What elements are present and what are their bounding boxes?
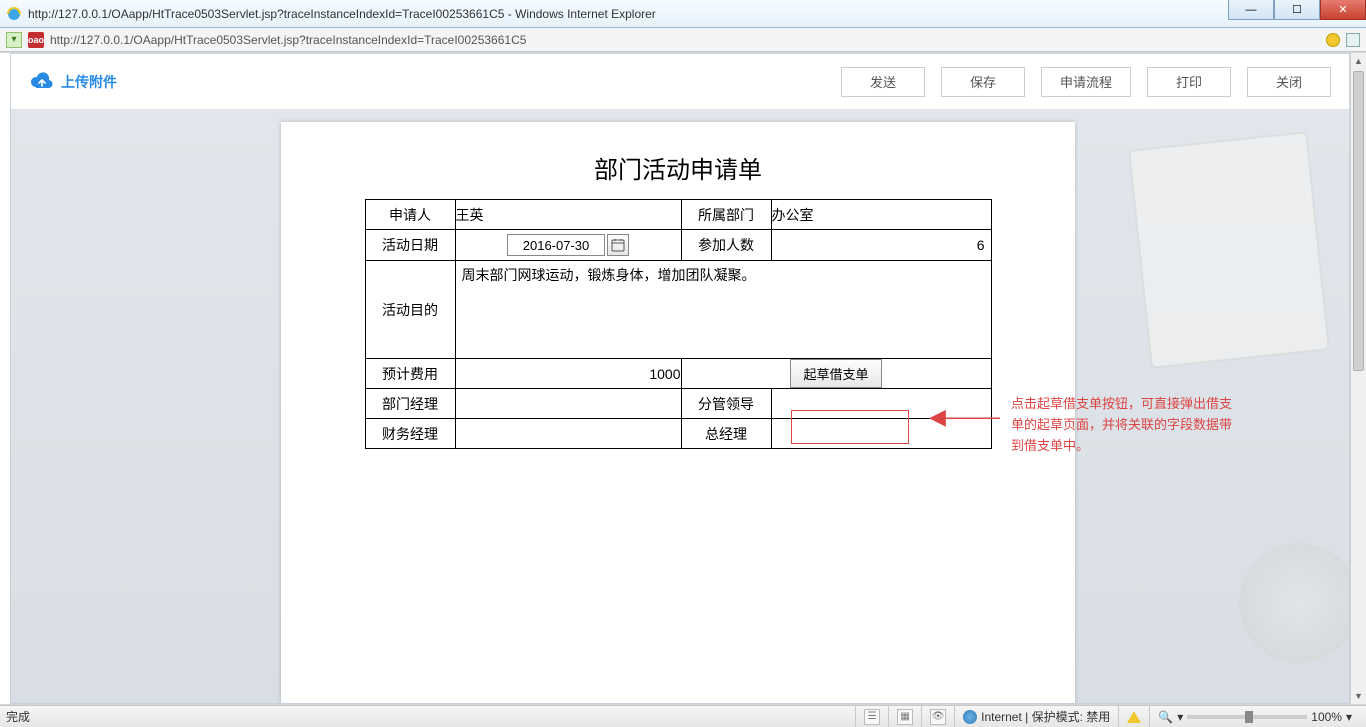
label-gm: 总经理	[681, 419, 771, 449]
warning-triangle-icon	[1127, 711, 1141, 723]
label-dept-manager: 部门经理	[365, 389, 455, 419]
draft-loan-button[interactable]: 起草借支单	[790, 359, 881, 388]
upload-label: 上传附件	[61, 72, 117, 92]
page-tear-icon[interactable]	[1346, 33, 1360, 47]
label-est-cost: 预计费用	[365, 359, 455, 389]
address-bar: ▾ oao http://127.0.0.1/OAapp/HtTrace0503…	[0, 28, 1366, 52]
form-title: 部门活动申请单	[281, 122, 1075, 199]
page-frame: 上传附件 发送 保存 申请流程 打印 关闭 部门活动申请单	[10, 53, 1350, 704]
ie-icon	[6, 6, 22, 22]
est-cost-input[interactable]	[456, 361, 681, 387]
red-arrow-icon: ◀———	[929, 404, 996, 430]
minimize-button[interactable]: —	[1228, 0, 1274, 20]
value-attendees	[771, 230, 991, 261]
calendar-icon[interactable]	[607, 234, 629, 256]
department-input[interactable]	[772, 202, 991, 228]
close-window-button[interactable]: ✕	[1320, 0, 1366, 20]
status-zone[interactable]: Internet | 保护模式: 禁用	[954, 706, 1118, 727]
event-date-input[interactable]	[507, 234, 605, 256]
value-finance-manager	[455, 419, 681, 449]
shield-icon[interactable]: ▾	[6, 32, 22, 48]
window-controls: — ☐ ✕	[1228, 0, 1366, 20]
scroll-down-icon[interactable]: ▼	[1351, 688, 1366, 704]
send-button[interactable]: 发送	[841, 67, 925, 97]
label-division-lead: 分管领导	[681, 389, 771, 419]
request-flow-button[interactable]: 申请流程	[1041, 67, 1131, 97]
decor-calculator	[1128, 131, 1330, 369]
status-warning[interactable]	[1118, 706, 1149, 727]
browser-viewport: 上传附件 发送 保存 申请流程 打印 关闭 部门活动申请单	[0, 52, 1366, 705]
window-title: http://127.0.0.1/OAapp/HtTrace0503Servle…	[28, 7, 656, 21]
label-purpose: 活动目的	[365, 261, 455, 359]
scroll-up-icon[interactable]: ▲	[1351, 53, 1366, 69]
maximize-button[interactable]: ☐	[1274, 0, 1320, 20]
draft-cell: 起草借支单	[681, 359, 991, 389]
toolbar-buttons: 发送 保存 申请流程 打印 关闭	[841, 67, 1331, 97]
print-button[interactable]: 打印	[1147, 67, 1231, 97]
value-department	[771, 200, 991, 230]
row-purpose: 活动目的	[365, 261, 991, 359]
app-toolbar: 上传附件 发送 保存 申请流程 打印 关闭	[11, 54, 1349, 110]
scroll-thumb[interactable]	[1353, 71, 1364, 371]
row-applicant: 申请人 所属部门	[365, 200, 991, 230]
globe-icon	[963, 710, 977, 724]
label-department: 所属部门	[681, 200, 771, 230]
save-button[interactable]: 保存	[941, 67, 1025, 97]
upload-attachment-link[interactable]: 上传附件	[29, 72, 117, 92]
zoom-value: 100%	[1311, 710, 1342, 724]
value-purpose	[455, 261, 991, 359]
row-finance: 财务经理 总经理	[365, 419, 991, 449]
applicant-input[interactable]	[456, 202, 681, 228]
form-canvas: 部门活动申请单 申请人 所属部门	[11, 110, 1349, 703]
label-finance-manager: 财务经理	[365, 419, 455, 449]
form-table: 申请人 所属部门 活动日期	[365, 199, 992, 449]
vertical-scrollbar[interactable]: ▲ ▼	[1350, 53, 1366, 704]
value-est-cost	[455, 359, 681, 389]
app-content: 上传附件 发送 保存 申请流程 打印 关闭 部门活动申请单	[11, 54, 1349, 703]
window-titlebar: http://127.0.0.1/OAapp/HtTrace0503Servle…	[0, 0, 1366, 28]
zoom-slider[interactable]	[1187, 715, 1307, 719]
compat-warning-icon[interactable]	[1326, 33, 1340, 47]
site-icon: oao	[28, 32, 44, 48]
status-bar: 完成 ☰ ▦ 👁 Internet | 保护模式: 禁用 🔍 ▾ 100% ▾	[0, 705, 1366, 727]
label-applicant: 申请人	[365, 200, 455, 230]
label-attendees: 参加人数	[681, 230, 771, 261]
value-dept-manager	[455, 389, 681, 419]
zone-text: Internet | 保护模式: 禁用	[981, 708, 1110, 725]
value-event-date	[455, 230, 681, 261]
status-done: 完成	[6, 708, 30, 725]
attendees-input[interactable]	[772, 232, 985, 258]
purpose-textarea[interactable]	[456, 261, 991, 355]
zoom-control[interactable]: 🔍 ▾ 100% ▾	[1149, 706, 1360, 727]
cloud-upload-icon	[29, 72, 55, 92]
url-text[interactable]: http://127.0.0.1/OAapp/HtTrace0503Servle…	[50, 33, 526, 47]
row-cost: 预计费用 起草借支单	[365, 359, 991, 389]
value-applicant	[455, 200, 681, 230]
status-icon-2[interactable]: ▦	[888, 706, 921, 727]
close-button[interactable]: 关闭	[1247, 67, 1331, 97]
row-date: 活动日期 参加人数	[365, 230, 991, 261]
zoom-out-icon[interactable]: 🔍	[1158, 710, 1173, 724]
label-event-date: 活动日期	[365, 230, 455, 261]
decor-cup	[1239, 543, 1350, 663]
row-dept-manager: 部门经理 分管领导	[365, 389, 991, 419]
annotation-text: 点击起草借支单按钮，可直接弹出借支单的起草页面，并将关联的字段数据带到借支单中。	[1011, 394, 1241, 456]
status-popup-blocked[interactable]: 👁	[921, 706, 954, 727]
status-icon-1[interactable]: ☰	[855, 706, 888, 727]
